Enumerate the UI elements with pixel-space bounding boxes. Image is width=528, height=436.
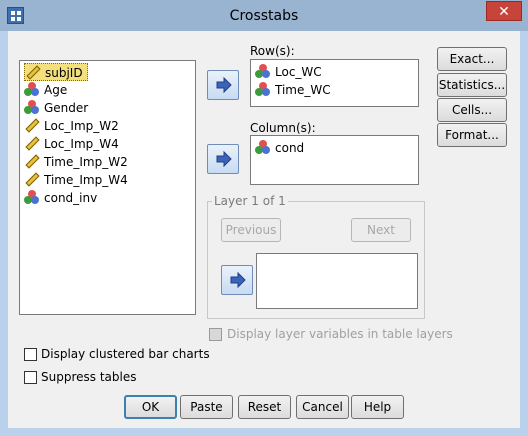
source-list-item[interactable]: cond_inv bbox=[24, 189, 101, 207]
display-layer-checkbox[interactable] bbox=[209, 328, 222, 341]
layer-list[interactable] bbox=[256, 253, 418, 309]
reset-button[interactable]: Reset bbox=[238, 395, 291, 419]
rows-list-item[interactable]: Time_WC bbox=[255, 81, 335, 99]
ruler-icon bbox=[24, 136, 40, 151]
ruler-icon bbox=[24, 118, 40, 133]
nominal-icon bbox=[24, 190, 40, 204]
move-to-layer-button[interactable] bbox=[221, 265, 253, 295]
source-list-item[interactable]: Loc_Imp_W4 bbox=[24, 135, 123, 153]
move-to-rows-button[interactable] bbox=[207, 70, 239, 100]
clustered-bar-checkbox[interactable] bbox=[24, 348, 37, 361]
nominal-icon bbox=[24, 100, 40, 114]
rows-list[interactable]: Loc_WC Time_WC bbox=[250, 59, 419, 107]
exact-button[interactable]: Exact... bbox=[437, 47, 507, 71]
suppress-tables-label: Suppress tables bbox=[41, 370, 137, 384]
source-list-item[interactable]: Gender bbox=[24, 99, 92, 117]
close-icon: ✕ bbox=[498, 4, 510, 20]
dialog-body: subjID Age Gender Loc_Imp_W2 Loc_Imp_W4 … bbox=[8, 31, 520, 428]
previous-layer-button[interactable]: Previous bbox=[221, 218, 281, 242]
format-button[interactable]: Format... bbox=[437, 123, 507, 147]
source-list-item[interactable]: Time_Imp_W4 bbox=[24, 171, 132, 189]
clustered-bar-label: Display clustered bar charts bbox=[41, 347, 210, 361]
source-variable-list[interactable]: subjID Age Gender Loc_Imp_W2 Loc_Imp_W4 … bbox=[19, 60, 196, 315]
columns-list-item[interactable]: cond bbox=[255, 139, 308, 157]
nominal-icon bbox=[255, 82, 271, 96]
suppress-tables-checkbox[interactable] bbox=[24, 371, 37, 384]
window-title: Crosstabs bbox=[229, 8, 299, 24]
columns-list[interactable]: cond bbox=[250, 135, 419, 185]
close-window-button[interactable]: ✕ bbox=[486, 1, 522, 21]
next-layer-button[interactable]: Next bbox=[351, 218, 411, 242]
display-layer-label: Display layer variables in table layers bbox=[227, 327, 453, 341]
nominal-icon bbox=[24, 82, 40, 96]
nominal-icon bbox=[255, 140, 271, 154]
ok-button[interactable]: OK bbox=[124, 395, 177, 419]
layer-title: Layer 1 of 1 bbox=[212, 194, 288, 208]
title-bar: Crosstabs ✕ bbox=[0, 0, 528, 31]
right-arrow-icon bbox=[216, 77, 232, 93]
right-arrow-icon bbox=[216, 151, 232, 167]
right-arrow-icon bbox=[230, 272, 246, 288]
ruler-icon bbox=[25, 65, 41, 80]
rows-list-item[interactable]: Loc_WC bbox=[255, 63, 326, 81]
source-list-item[interactable]: Age bbox=[24, 81, 71, 99]
statistics-button[interactable]: Statistics... bbox=[437, 73, 507, 97]
rows-label: Row(s): bbox=[250, 44, 295, 58]
cancel-button[interactable]: Cancel bbox=[296, 395, 349, 419]
source-list-item[interactable]: Time_Imp_W2 bbox=[24, 153, 132, 171]
columns-label: Column(s): bbox=[250, 121, 316, 135]
move-to-columns-button[interactable] bbox=[207, 144, 239, 174]
help-button[interactable]: Help bbox=[351, 395, 404, 419]
ruler-icon bbox=[24, 154, 40, 169]
nominal-icon bbox=[255, 64, 271, 78]
paste-button[interactable]: Paste bbox=[180, 395, 233, 419]
source-list-item[interactable]: Loc_Imp_W2 bbox=[24, 117, 123, 135]
source-list-item[interactable]: subjID bbox=[24, 63, 88, 81]
ruler-icon bbox=[24, 172, 40, 187]
cells-button[interactable]: Cells... bbox=[437, 98, 507, 122]
